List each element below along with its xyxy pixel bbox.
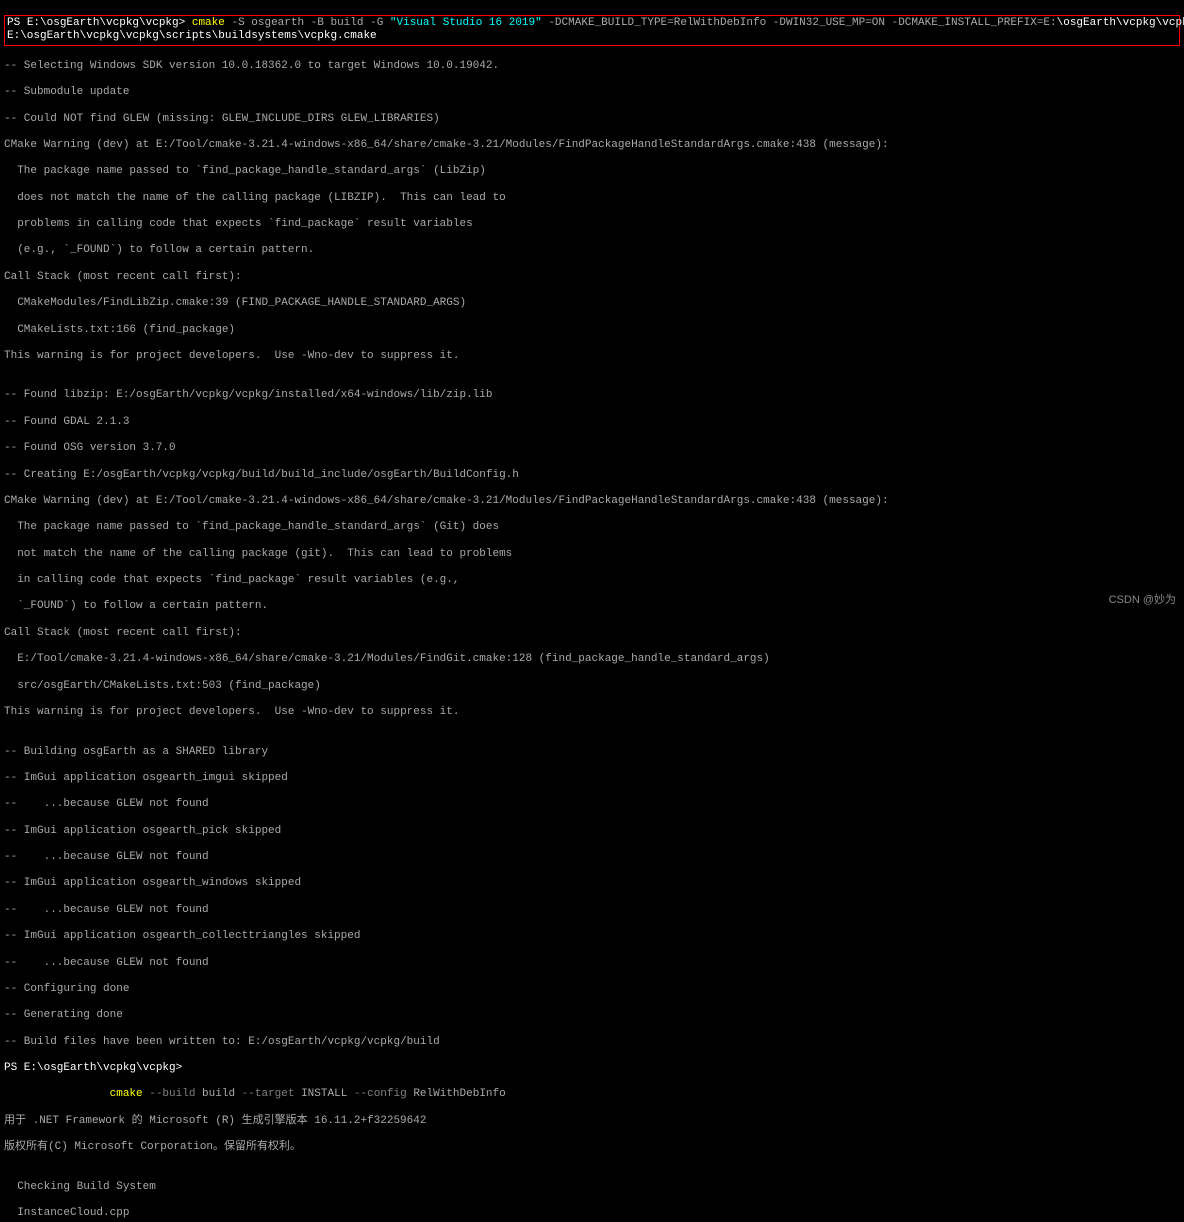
- terminal-output[interactable]: PS E:\osgEarth\vcpkg\vcpkg> cmake -S osg…: [0, 0, 1184, 1222]
- output-line: -- ImGui application osgearth_pick skipp…: [4, 825, 1180, 838]
- output-line: -- Selecting Windows SDK version 10.0.18…: [4, 60, 1180, 73]
- output-line: -- ImGui application osgearth_windows sk…: [4, 877, 1180, 890]
- output-line: The package name passed to `find_package…: [4, 521, 1180, 534]
- output-line: CMakeModules/FindLibZip.cmake:39 (FIND_P…: [4, 297, 1180, 310]
- output-line: problems in calling code that expects `f…: [4, 218, 1180, 231]
- output-line: -- ...because GLEW not found: [4, 904, 1180, 917]
- output-line: InstanceCloud.cpp: [4, 1207, 1180, 1220]
- cmake-cmd: cmake: [185, 17, 231, 29]
- output-line: -- ...because GLEW not found: [4, 798, 1180, 811]
- output-line: -- Creating E:/osgEarth/vcpkg/vcpkg/buil…: [4, 469, 1180, 482]
- output-line: -- Found OSG version 3.7.0: [4, 442, 1180, 455]
- output-line: -- Submodule update: [4, 86, 1180, 99]
- output-line: -- Configuring done: [4, 983, 1180, 996]
- ps-prompt: PS E:\osgEarth\vcpkg\vcpkg>: [4, 1062, 1180, 1075]
- output-line: -- Generating done: [4, 1009, 1180, 1022]
- output-line: -- ImGui application osgearth_imgui skip…: [4, 772, 1180, 785]
- output-line: Call Stack (most recent call first):: [4, 271, 1180, 284]
- highlighted-command: PS E:\osgEarth\vcpkg\vcpkg> cmake -S osg…: [4, 15, 1180, 45]
- output-line: E:/Tool/cmake-3.21.4-windows-x86_64/shar…: [4, 653, 1180, 666]
- output-line: not match the name of the calling packag…: [4, 548, 1180, 561]
- output-line: Call Stack (most recent call first):: [4, 627, 1180, 640]
- output-line: -- Could NOT find GLEW (missing: GLEW_IN…: [4, 113, 1180, 126]
- output-line: CMake Warning (dev) at E:/Tool/cmake-3.2…: [4, 139, 1180, 152]
- output-line: (e.g., `_FOUND`) to follow a certain pat…: [4, 244, 1180, 257]
- output-line: 版权所有(C) Microsoft Corporation。保留所有权利。: [4, 1141, 1180, 1154]
- output-line: -- Found GDAL 2.1.3: [4, 416, 1180, 429]
- output-line: This warning is for project developers. …: [4, 706, 1180, 719]
- output-line: CMakeLists.txt:166 (find_package): [4, 324, 1180, 337]
- output-line: in calling code that expects `find_packa…: [4, 574, 1180, 587]
- output-line: 用于 .NET Framework 的 Microsoft (R) 生成引擎版本…: [4, 1115, 1180, 1128]
- output-line: -- Build files have been written to: E:/…: [4, 1036, 1180, 1049]
- output-line: Checking Build System: [4, 1181, 1180, 1194]
- output-line: -- Building osgEarth as a SHARED library: [4, 746, 1180, 759]
- output-line: does not match the name of the calling p…: [4, 192, 1180, 205]
- output-line: `_FOUND`) to follow a certain pattern.: [4, 600, 1180, 613]
- output-line: -- Found libzip: E:/osgEarth/vcpkg/vcpkg…: [4, 389, 1180, 402]
- watermark: CSDN @妙为: [1109, 594, 1176, 607]
- output-line: -- ImGui application osgearth_collecttri…: [4, 930, 1180, 943]
- output-line: This warning is for project developers. …: [4, 350, 1180, 363]
- ps-prompt: PS: [7, 17, 27, 29]
- output-line: -- ...because GLEW not found: [4, 851, 1180, 864]
- output-line: src/osgEarth/CMakeLists.txt:503 (find_pa…: [4, 680, 1180, 693]
- output-line: CMake Warning (dev) at E:/Tool/cmake-3.2…: [4, 495, 1180, 508]
- output-line: -- ...because GLEW not found: [4, 957, 1180, 970]
- output-line: The package name passed to `find_package…: [4, 165, 1180, 178]
